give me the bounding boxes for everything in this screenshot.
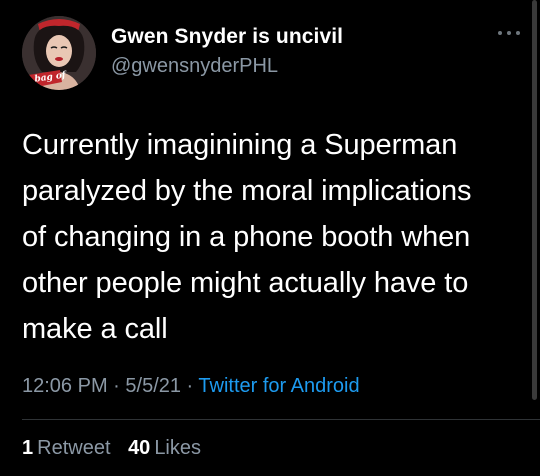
tweet-detail: a bag of Gwen Snyder is uncivil @gwensny…	[0, 0, 540, 476]
tweet-text-line: paralyzed by the moral implications	[22, 175, 472, 207]
tweet-date[interactable]: 5/5/21	[125, 375, 181, 397]
likes-stat[interactable]: 40 Likes	[128, 437, 201, 460]
more-dot	[507, 31, 511, 35]
retweets-stat[interactable]: 1 Retweet	[22, 437, 111, 460]
divider	[22, 419, 540, 420]
meta-separator: ·	[107, 375, 126, 397]
tweet-text: Currently imaginining a Superman paralyze…	[22, 122, 518, 352]
tweet-stats: 1 Retweet 40 Likes	[22, 437, 213, 460]
tweet-time[interactable]: 12:06 PM	[22, 375, 108, 397]
retweets-label: Retweet	[37, 437, 111, 459]
scrollbar[interactable]	[532, 0, 537, 400]
more-dot	[498, 31, 502, 35]
meta-separator: ·	[181, 375, 199, 397]
retweets-count: 1	[22, 437, 34, 459]
avatar[interactable]: a bag of	[22, 16, 96, 90]
author-display-name[interactable]: Gwen Snyder is uncivil	[111, 25, 343, 49]
tweet-source-link[interactable]: Twitter for Android	[198, 375, 359, 397]
avatar-image: a bag of	[22, 16, 96, 90]
tweet-text-line: other people might actually have to	[22, 267, 469, 299]
tweet-text-line: Currently imaginining a Superman	[22, 129, 458, 161]
tweet-text-line: make a call	[22, 313, 168, 345]
more-dot	[516, 31, 520, 35]
likes-count: 40	[128, 437, 151, 459]
author-handle[interactable]: @gwensnyderPHL	[111, 55, 278, 78]
more-horizontal-icon[interactable]	[498, 26, 520, 40]
likes-label: Likes	[154, 437, 202, 459]
tweet-meta: 12:06 PM · 5/5/21 · Twitter for Android	[22, 375, 360, 398]
tweet-text-line: of changing in a phone booth when	[22, 221, 471, 253]
